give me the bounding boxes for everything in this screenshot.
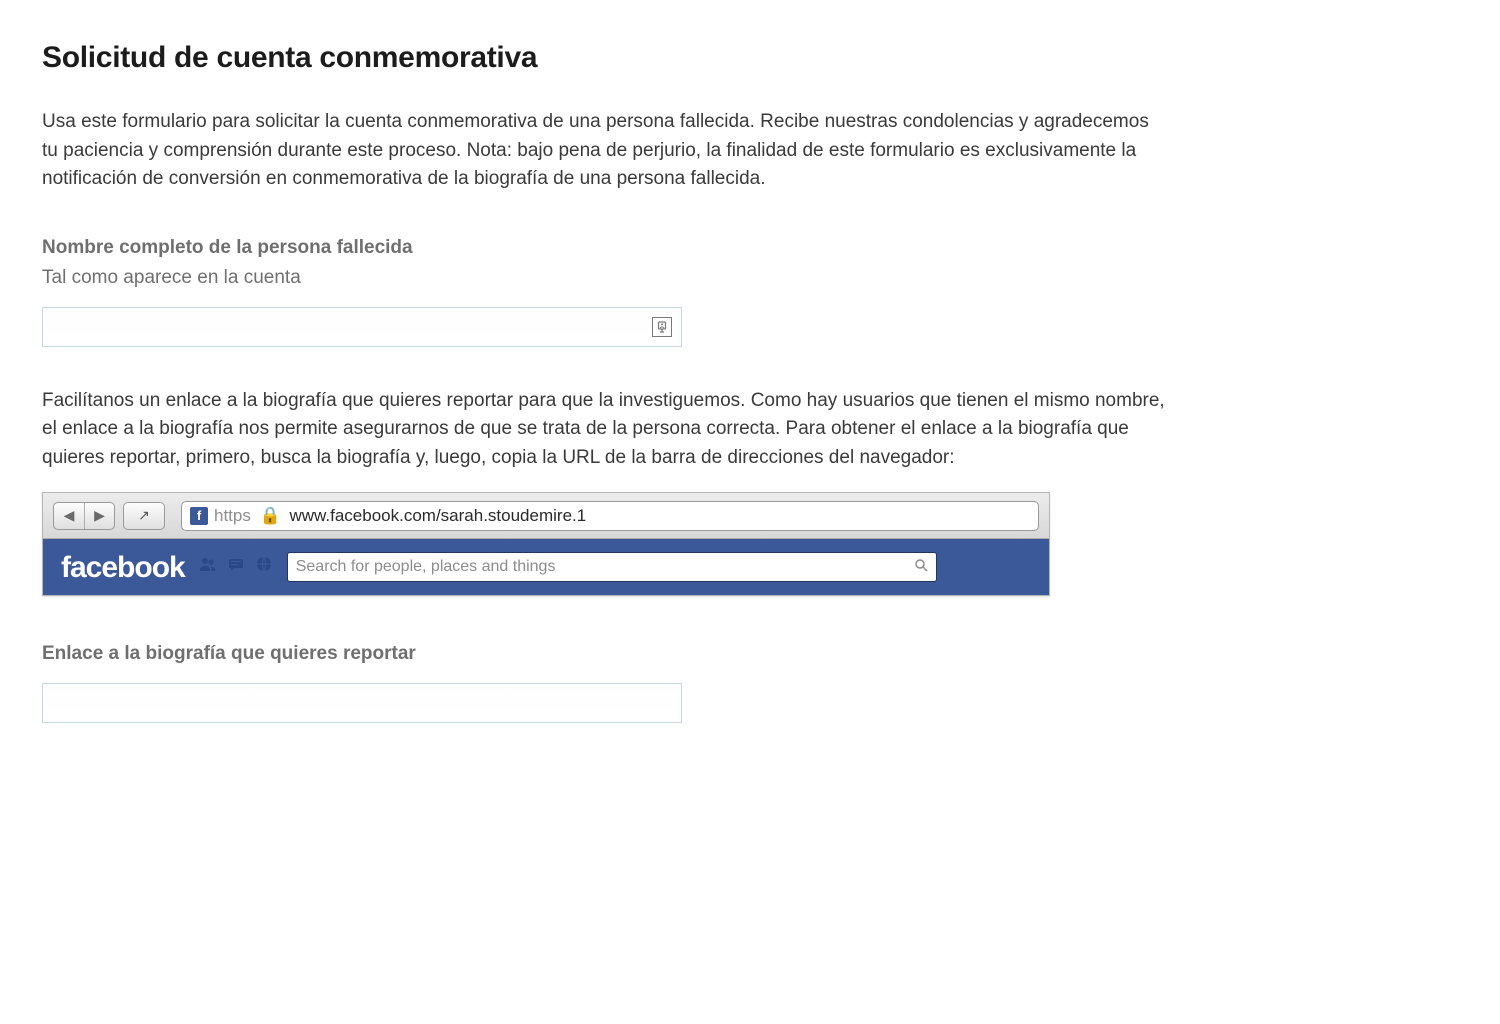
facebook-search-bar: Search for people, places and things bbox=[287, 552, 937, 582]
browser-forward-icon: ▶ bbox=[84, 503, 114, 529]
page-title: Solicitud de cuenta conmemorativa bbox=[42, 35, 1458, 80]
profile-link-input-wrap bbox=[42, 683, 682, 723]
browser-address-text: https 🔒 www.facebook.com/sarah.stoudemir… bbox=[214, 503, 586, 529]
browser-address-bar: f https 🔒 www.facebook.com/sarah.stoudem… bbox=[181, 501, 1039, 531]
address-protocol: https bbox=[214, 506, 251, 525]
globe-icon bbox=[255, 554, 273, 581]
browser-share-icon: ↗ bbox=[123, 502, 165, 530]
friend-requests-icon bbox=[199, 554, 217, 581]
profile-link-explainer: Facilítanos un enlace a la biografía que… bbox=[42, 387, 1172, 473]
search-icon bbox=[914, 557, 928, 578]
lock-icon: 🔒 bbox=[260, 506, 281, 525]
messages-icon bbox=[227, 554, 245, 581]
browser-back-icon: ◀ bbox=[54, 503, 84, 529]
profile-link-label: Enlace a la biografía que quieres report… bbox=[42, 640, 1458, 669]
browser-nav-buttons: ◀ ▶ bbox=[53, 502, 115, 530]
facebook-search-placeholder: Search for people, places and things bbox=[296, 555, 914, 579]
facebook-header: facebook Search for people, places and t… bbox=[43, 539, 1049, 595]
fullname-label: Nombre completo de la persona fallecida bbox=[42, 234, 1458, 263]
facebook-header-icons bbox=[199, 554, 273, 581]
browser-toolbar: ◀ ▶ ↗ f https 🔒 www.facebook.com/sarah.s… bbox=[43, 493, 1049, 539]
fullname-input-wrap bbox=[42, 307, 682, 347]
address-domain-path: www.facebook.com/sarah.stoudemire.1 bbox=[290, 506, 587, 525]
facebook-favicon-icon: f bbox=[190, 507, 208, 525]
intro-paragraph: Usa este formulario para solicitar la cu… bbox=[42, 108, 1162, 194]
browser-example-image: ◀ ▶ ↗ f https 🔒 www.facebook.com/sarah.s… bbox=[42, 492, 1050, 596]
contact-picker-icon[interactable] bbox=[652, 317, 672, 337]
facebook-logo: facebook bbox=[61, 545, 185, 590]
fullname-input[interactable] bbox=[42, 307, 682, 347]
fullname-hint: Tal como aparece en la cuenta bbox=[42, 264, 1458, 293]
profile-link-input[interactable] bbox=[42, 683, 682, 723]
